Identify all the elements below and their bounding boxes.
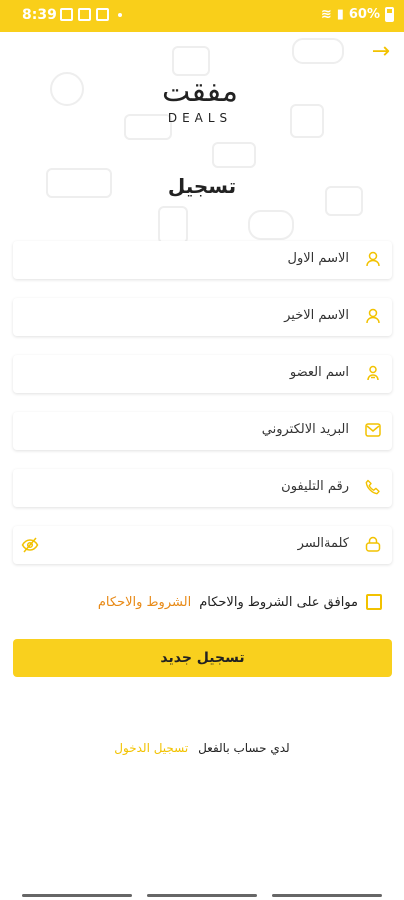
paw-icon [50, 72, 84, 106]
logo-english: DEALS [167, 111, 233, 125]
logo-arabic: مفقت [162, 74, 238, 109]
person-icon [365, 308, 381, 324]
register-button[interactable]: تسجيل جديد [13, 639, 392, 677]
password-label: كلمةالسر [297, 536, 349, 551]
status-bar: 8:39 ≋ ▮ 60% [0, 0, 404, 32]
signal-icon: ▮ [336, 7, 344, 22]
dot-icon [118, 13, 122, 17]
terms-row: موافق على الشروط والاحكام الشروط والاحكا… [98, 594, 382, 610]
notification-icons [60, 8, 122, 21]
email-label: البريد الالكتروني [261, 422, 349, 437]
terms-checkbox[interactable] [366, 594, 382, 610]
gamepad-icon [248, 210, 294, 240]
email-field[interactable]: البريد الالكتروني [13, 412, 392, 450]
page-title: تسجيل [167, 174, 237, 198]
phone-field[interactable]: رقم التليفون [13, 469, 392, 507]
first-name-field[interactable]: الاسم الاول [13, 241, 392, 279]
gallery-icon [78, 8, 91, 21]
nav-recent-handle[interactable] [272, 894, 382, 897]
fridge-icon [158, 206, 188, 244]
logo: مفقت DEALS [150, 74, 250, 126]
password-field[interactable]: كلمةالسر [13, 526, 392, 564]
terms-link[interactable]: الشروط والاحكام [98, 595, 191, 610]
nav-home-handle[interactable] [147, 894, 257, 897]
mail-icon [96, 8, 109, 21]
navigation-bar [0, 890, 404, 900]
login-prompt: لدي حساب بالفعل [198, 741, 290, 755]
bicycle-icon [292, 38, 344, 64]
member-icon [365, 365, 381, 381]
member-name-field[interactable]: اسم العضو [13, 355, 392, 393]
system-icons: ≋ ▮ 60% [321, 7, 394, 22]
terms-text: موافق على الشروط والاحكام [199, 594, 358, 610]
hanger-icon [212, 142, 256, 168]
member-name-label: اسم العضو [289, 365, 349, 380]
phone-icon [365, 479, 381, 495]
battery-icon [385, 7, 394, 22]
login-link[interactable]: تسجيل الدخول [114, 741, 188, 755]
back-button[interactable]: → [372, 40, 390, 64]
lock-icon [365, 536, 381, 552]
phone-label: رقم التليفون [281, 479, 349, 494]
last-name-label: الاسم الاخير [284, 308, 349, 323]
person-icon [365, 251, 381, 267]
email-icon [365, 422, 381, 438]
wifi-icon: ≋ [320, 7, 332, 22]
login-row: لدي حساب بالفعل تسجيل الدخول [0, 741, 404, 755]
monitor-icon [172, 46, 210, 76]
battery-level: 60% [348, 7, 380, 22]
arrow-right-icon: → [371, 39, 390, 64]
photo-icon [60, 8, 73, 21]
last-name-field[interactable]: الاسم الاخير [13, 298, 392, 336]
first-name-label: الاسم الاول [287, 251, 349, 266]
eye-off-icon[interactable] [21, 536, 39, 554]
tools-icon [290, 104, 324, 138]
status-time: 8:39 [22, 7, 57, 23]
nav-back-handle[interactable] [22, 894, 132, 897]
